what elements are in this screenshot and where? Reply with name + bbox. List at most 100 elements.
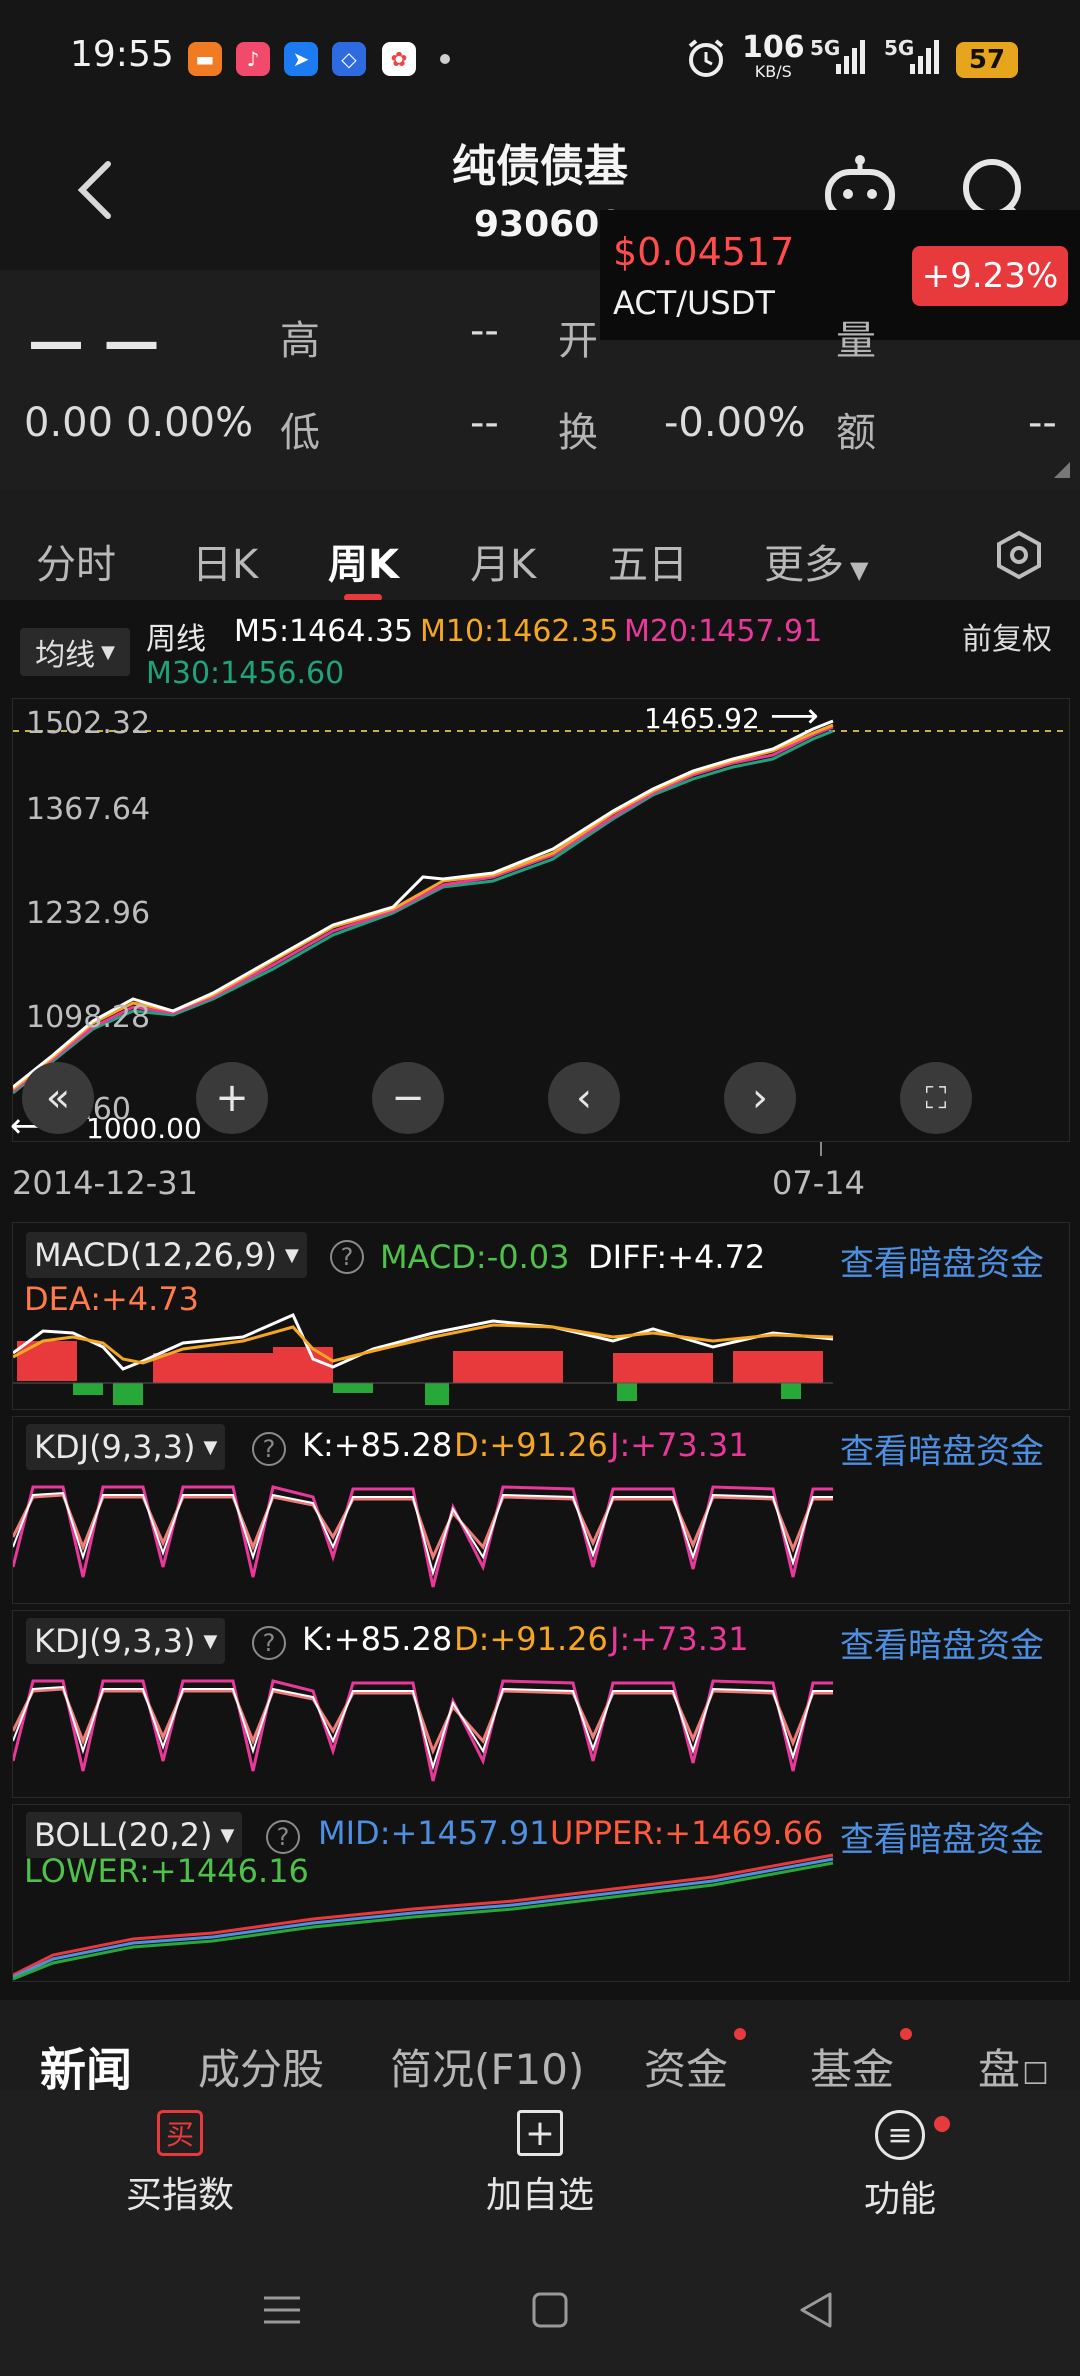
arrow-right-icon: ⟶ [770, 696, 819, 736]
scroll-left-button[interactable]: ‹ [548, 1062, 620, 1134]
macd-selector[interactable]: MACD(12,26,9) ▼ [26, 1232, 307, 1278]
tab-constituents[interactable]: 成分股 [198, 2036, 324, 2097]
tab-daily-k[interactable]: 日K [192, 532, 258, 590]
buy-icon: 买 [157, 2110, 203, 2156]
chevron-down-icon: ▼ [203, 1630, 218, 1652]
fullscreen-icon: ⛶ [925, 1080, 947, 1116]
app-notification-icon: ➤ [284, 42, 318, 76]
quote-value-high: -- [470, 308, 499, 354]
buy-index-button[interactable]: 买 买指数 [110, 2110, 250, 2218]
quote-label-open: 开 [558, 318, 598, 364]
app-notification-icon: ◇ [332, 42, 366, 76]
boll-lower-value: LOWER:+1446.16 [24, 1852, 309, 1890]
minus-icon: − [391, 1075, 425, 1121]
view-dark-pool-link[interactable]: 查看暗盘资金 [840, 1424, 1044, 1473]
k-value: K:+85.28 [302, 1426, 453, 1464]
back-nav-icon[interactable] [796, 2290, 836, 2334]
chevron-down-icon: ▼ [285, 1244, 299, 1266]
add-watchlist-label: 加自选 [485, 2175, 594, 2216]
tab-pan-label: 盘 [978, 2045, 1021, 2094]
functions-label: 功能 [863, 2179, 936, 2220]
chevron-right-icon: › [752, 1075, 768, 1121]
expand-corner-icon[interactable] [1054, 462, 1070, 478]
ma30-value: M30:1456.60 [146, 656, 345, 691]
rewind-button[interactable]: « [22, 1062, 94, 1134]
k-value: K:+85.28 [302, 1620, 453, 1658]
page-title: 纯债债基 [452, 141, 628, 192]
notification-dot [934, 2116, 950, 2132]
help-icon[interactable]: ? [252, 1432, 286, 1466]
quote-label-amount: 额 [836, 410, 876, 456]
d-value: D:+91.26 [454, 1620, 608, 1658]
low-price-label: 1000.00 [86, 1112, 202, 1145]
plus-square-icon: + [517, 2110, 563, 2156]
buy-index-label: 买指数 [125, 2175, 234, 2216]
quote-label-low: 低 [280, 410, 320, 456]
ma20-value: M20:1457.91 [624, 614, 823, 649]
quote-label-high: 高 [280, 318, 320, 364]
tab-more[interactable]: 更多 ▼ [764, 532, 868, 590]
view-dark-pool-link[interactable]: 查看暗盘资金 [840, 1812, 1044, 1861]
ticker-change-badge: +9.23% [912, 246, 1068, 306]
app-notification-icon: ▬ [188, 42, 222, 76]
kdj-name: KDJ(9,3,3) [34, 1622, 196, 1660]
quote-value-turnover: -0.00% [664, 400, 806, 446]
tab-fund[interactable]: 基金 [810, 2036, 894, 2097]
scroll-right-button[interactable]: › [724, 1062, 796, 1134]
tab-weekly-k[interactable]: 周K [328, 532, 399, 590]
ticker-price: $0.04517 [613, 230, 795, 274]
kdj-selector[interactable]: KDJ(9,3,3) ▼ [26, 1618, 226, 1664]
y-tick: 1502.32 [26, 706, 151, 741]
y-tick: 1098.28 [26, 1000, 151, 1035]
tab-overview[interactable]: 简况(F10) [390, 2036, 584, 2097]
net-speed: 106 KB/S [742, 30, 805, 82]
chevron-down-icon: ▼ [850, 556, 869, 584]
zoom-in-button[interactable]: + [196, 1062, 268, 1134]
ticker-pair: ACT/USDT [613, 284, 775, 322]
menu-circle-icon: ≡ [875, 2110, 925, 2160]
quote-value-low: -- [470, 400, 499, 446]
chevron-down-icon: ▼ [101, 641, 115, 663]
ma-selector[interactable]: 均线 ▼ [20, 628, 130, 676]
help-icon[interactable]: ? [252, 1626, 286, 1660]
chevron-down-icon: ▼ [203, 1436, 218, 1458]
x-tick-mark [820, 1142, 822, 1156]
help-icon[interactable]: ? [330, 1240, 364, 1274]
more-notifications-icon [440, 54, 450, 64]
y-tick: 1232.96 [26, 896, 151, 931]
battery-icon: 57 [956, 42, 1018, 78]
k-line [13, 1685, 833, 1771]
tab-monthly-k[interactable]: 月K [470, 532, 536, 590]
kdj-name: KDJ(9,3,3) [34, 1428, 196, 1466]
notification-dot [734, 2028, 746, 2040]
add-watchlist-button[interactable]: + 加自选 [470, 2110, 610, 2218]
home-icon[interactable] [530, 2290, 570, 2334]
diff-value: DIFF:+4.72 [588, 1238, 766, 1276]
kdj-selector[interactable]: KDJ(9,3,3) ▼ [26, 1424, 226, 1470]
ma-period: 周线 [146, 622, 206, 657]
zoom-out-button[interactable]: − [372, 1062, 444, 1134]
view-dark-pool-link[interactable]: 查看暗盘资金 [840, 1236, 1044, 1285]
price-change: 0.00 [24, 400, 114, 446]
tab-pan[interactable]: 盘☐ [978, 2036, 1049, 2097]
ma-selector-label: 均线 [35, 638, 96, 673]
price-adjust-toggle[interactable]: 前复权 [962, 614, 1052, 658]
settings-hexagon-icon[interactable] [994, 530, 1044, 584]
double-chevron-left-icon: « [45, 1075, 71, 1121]
macd-negative-bars [73, 1383, 801, 1405]
view-dark-pool-link[interactable]: 查看暗盘资金 [840, 1618, 1044, 1667]
x-end-label: 07-14 [772, 1164, 865, 1202]
price-change-pct: 0.00% [126, 400, 254, 446]
quote-label-turnover: 换 [558, 410, 598, 456]
help-icon[interactable]: ? [266, 1820, 300, 1854]
tab-intraday[interactable]: 分时 [36, 532, 116, 590]
x-start-label: 2014-12-31 [12, 1164, 198, 1202]
boll-name: BOLL(20,2) [34, 1816, 213, 1854]
boll-upper-value: UPPER:+1469.66 [550, 1814, 824, 1852]
signal-icon [836, 38, 866, 78]
fullscreen-button[interactable]: ⛶ [900, 1062, 972, 1134]
tab-more-label: 更多 [764, 542, 844, 588]
recent-apps-icon[interactable] [262, 2290, 302, 2334]
tab-funds-flow[interactable]: 资金 [644, 2036, 728, 2097]
tab-five-day[interactable]: 五日 [608, 532, 688, 590]
